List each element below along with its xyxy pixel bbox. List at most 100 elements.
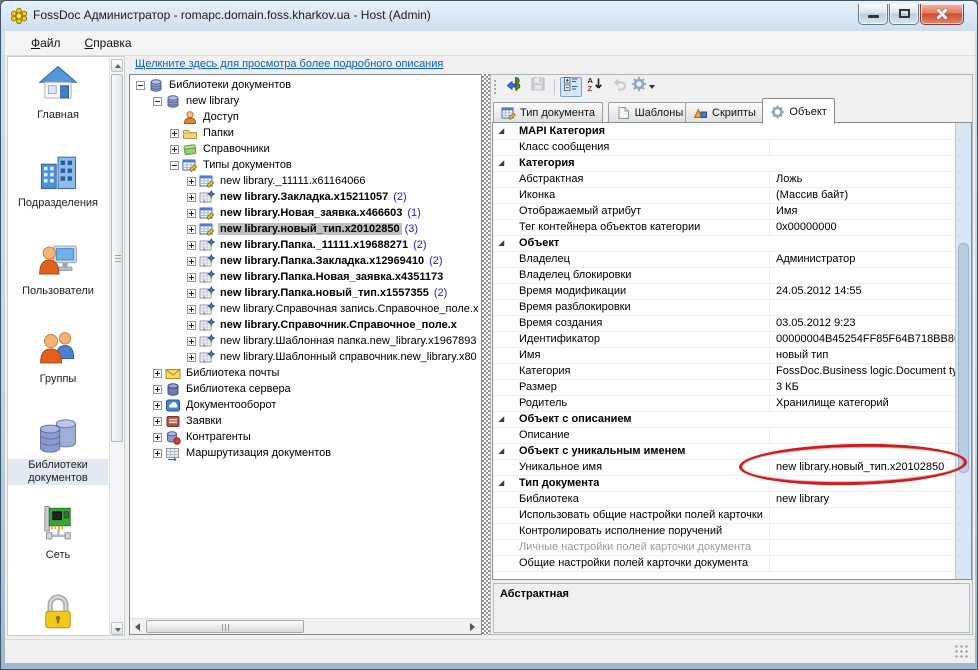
expand-plus-icon[interactable] xyxy=(187,241,196,250)
tree-item[interactable]: new library xyxy=(130,93,481,109)
property-value[interactable]: (Массив байт) xyxy=(770,188,955,203)
property-value[interactable]: Ложь xyxy=(770,172,955,187)
expand-plus-icon[interactable] xyxy=(153,417,162,426)
property-row[interactable]: Идентификатор00000004B45254FF85F64B718BB… xyxy=(493,332,955,348)
expand-plus-icon[interactable] xyxy=(187,321,196,330)
tree-item[interactable]: Библиотека сервера xyxy=(130,381,481,397)
scroll-right-icon[interactable] xyxy=(465,620,480,633)
tree-item[interactable]: Документооборот xyxy=(130,397,481,413)
property-category-row[interactable]: ◢Тип документа xyxy=(493,476,955,492)
property-value[interactable] xyxy=(770,524,955,539)
property-row[interactable]: Имяновый тип xyxy=(493,348,955,364)
tab-тип-документа[interactable]: Тип документа xyxy=(493,102,603,123)
property-value[interactable]: 00000004B45254FF85F64B718BB86628E xyxy=(770,332,955,347)
tree-item[interactable]: new library.новый_тип.x20102850(3) xyxy=(130,221,481,237)
property-row[interactable]: Время модификации24.05.2012 14:55 xyxy=(493,284,955,300)
tree-item[interactable]: new library.Папка.Закладка.x12969410(2) xyxy=(130,253,481,269)
tree-item[interactable]: Библиотеки документов xyxy=(130,77,481,93)
expand-plus-icon[interactable] xyxy=(170,129,179,138)
property-value[interactable]: Хранилище категорий xyxy=(770,396,955,411)
expand-plus-icon[interactable] xyxy=(153,449,162,458)
settings-gear-button[interactable] xyxy=(632,77,654,97)
scroll-left-icon[interactable] xyxy=(131,620,146,633)
categorized-button[interactable] xyxy=(560,77,582,97)
tree-horizontal-scrollbar[interactable] xyxy=(130,618,481,634)
close-button[interactable] xyxy=(920,4,964,25)
expand-plus-icon[interactable] xyxy=(153,369,162,378)
tree-item[interactable]: new library._11111.x61164066 xyxy=(130,173,481,189)
property-category-row[interactable]: ◢Объект с уникальным именем xyxy=(493,444,955,460)
tree-item[interactable]: new library.Папка.новый_тип.x1557355(2) xyxy=(130,285,481,301)
menu-item[interactable]: Файл xyxy=(19,34,73,52)
sidebar-item-lock[interactable] xyxy=(8,591,108,633)
tree-item[interactable]: new library.Новая_заявка.x466603(1) xyxy=(130,205,481,221)
property-category-row[interactable]: ◢Объект xyxy=(493,236,955,252)
property-value[interactable]: Имя xyxy=(770,204,955,219)
tab-объект[interactable]: Объект xyxy=(762,98,834,124)
property-row[interactable]: Время разблокировки xyxy=(493,300,955,316)
tree-item[interactable]: new library.Справочник.Справочное_поле.x xyxy=(130,317,481,333)
property-value[interactable]: 0x00000000 xyxy=(770,220,955,235)
property-row[interactable]: Размер3 КБ xyxy=(493,380,955,396)
more-description-link[interactable]: Щелкните здесь для просмотра более подро… xyxy=(135,58,443,70)
property-row[interactable]: Личные настройки полей карточки документ… xyxy=(493,540,955,556)
property-row[interactable]: РодительХранилище категорий xyxy=(493,396,955,412)
tree-item[interactable]: new library.Шаблонный справочник.new_lib… xyxy=(130,349,481,365)
minimize-button[interactable] xyxy=(858,4,888,25)
sidebar-item-группы[interactable]: Группы xyxy=(8,327,108,387)
tree-item[interactable]: Типы документов xyxy=(130,157,481,173)
property-value[interactable] xyxy=(770,556,955,571)
property-category-row[interactable]: ◢Категория xyxy=(493,156,955,172)
tree-item[interactable]: new library.Папка.Новая_заявка.x4351173 xyxy=(130,269,481,285)
property-row[interactable]: Класс сообщения xyxy=(493,140,955,156)
tree-item[interactable]: new library.Папка._11111.x19688271(2) xyxy=(130,237,481,253)
tree-item[interactable]: Доступ xyxy=(130,109,481,125)
property-value[interactable] xyxy=(770,140,955,155)
property-row[interactable]: Владелец блокировки xyxy=(493,268,955,284)
expand-plus-icon[interactable] xyxy=(187,337,196,346)
tree-item[interactable]: new library.Закладка.x15211057(2) xyxy=(130,189,481,205)
sidebar-item-библиотеки-документов[interactable]: Библиотеки документов xyxy=(8,415,108,486)
tree-navigate-button[interactable] xyxy=(503,77,525,97)
tree-item[interactable]: Заявки xyxy=(130,413,481,429)
expand-plus-icon[interactable] xyxy=(153,385,162,394)
property-grid-scrollbar[interactable] xyxy=(955,123,971,579)
sidebar-item-главная[interactable]: Главная xyxy=(8,63,108,123)
menu-item[interactable]: Справка xyxy=(73,34,144,52)
expand-plus-icon[interactable] xyxy=(187,193,196,202)
toolbar-grip[interactable] xyxy=(493,79,498,95)
tab-шаблоны[interactable]: Шаблоны xyxy=(608,102,692,123)
expand-plus-icon[interactable] xyxy=(187,289,196,298)
expand-plus-icon[interactable] xyxy=(153,433,162,442)
property-value[interactable] xyxy=(770,268,955,283)
tree-item[interactable]: Папки xyxy=(130,125,481,141)
property-row[interactable]: КатегорияFossDoc.Business logic.Document… xyxy=(493,364,955,380)
property-category-row[interactable]: ◢Объект с описанием xyxy=(493,412,955,428)
property-row[interactable]: Тег контейнера объектов категории0x00000… xyxy=(493,220,955,236)
property-row[interactable]: АбстрактнаяЛожь xyxy=(493,172,955,188)
collapse-minus-icon[interactable] xyxy=(170,161,179,170)
property-value[interactable] xyxy=(770,300,955,315)
property-value[interactable]: 24.05.2012 14:55 xyxy=(770,284,955,299)
property-value[interactable]: 3 КБ xyxy=(770,380,955,395)
expand-plus-icon[interactable] xyxy=(187,257,196,266)
expand-plus-icon[interactable] xyxy=(187,209,196,218)
tree-item[interactable]: Маршрутизация документов xyxy=(130,445,481,461)
sidebar-item-сеть[interactable]: Сеть xyxy=(8,503,108,563)
resize-grip-icon[interactable] xyxy=(955,645,969,659)
expand-plus-icon[interactable] xyxy=(187,353,196,362)
property-scroll-thumb[interactable] xyxy=(958,243,969,473)
expand-plus-icon[interactable] xyxy=(187,273,196,282)
maximize-button[interactable] xyxy=(889,4,919,25)
panel-splitter[interactable] xyxy=(482,74,490,635)
expand-plus-icon[interactable] xyxy=(187,225,196,234)
tree-item[interactable]: new library.Справочная запись.Справочное… xyxy=(130,301,481,317)
sidebar-item-подразделения[interactable]: Подразделения xyxy=(8,151,108,211)
property-category-row[interactable]: ◢MAPI Категория xyxy=(493,124,955,140)
property-row[interactable]: Время создания03.05.2012 9:23 xyxy=(493,316,955,332)
expand-plus-icon[interactable] xyxy=(170,145,179,154)
title-bar[interactable]: FossDoc Администратор - romapc.domain.fo… xyxy=(1,1,977,31)
property-row[interactable]: Библиотекаnew library xyxy=(493,492,955,508)
property-value[interactable]: new library.новый_тип.x20102850 xyxy=(770,460,955,475)
property-row[interactable]: Контролировать исполнение поручений xyxy=(493,524,955,540)
